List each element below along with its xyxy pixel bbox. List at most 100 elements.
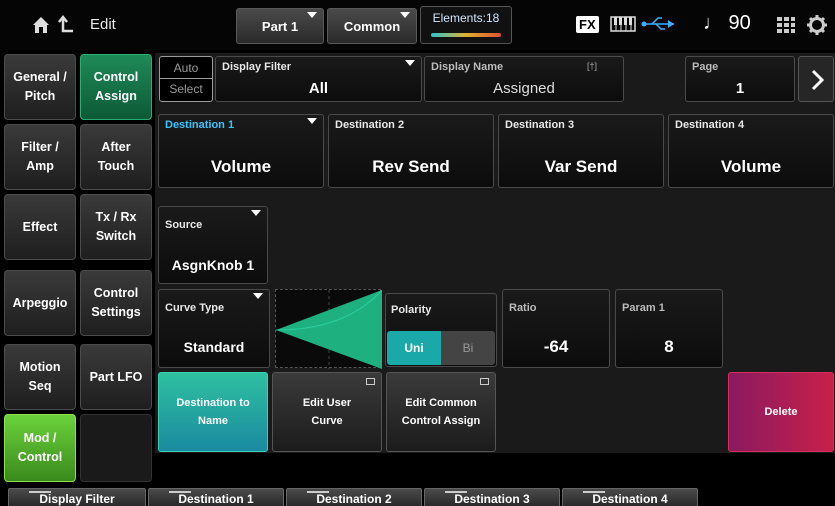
tab-label: General / Pitch (13, 70, 67, 103)
delete-button[interactable]: Delete (728, 372, 834, 452)
polarity-label: Polarity (391, 304, 432, 316)
common-label: Common (343, 18, 401, 34)
edit-user-curve-label: Edit User Curve (302, 397, 352, 427)
auto-select-top-label: Auto (173, 61, 199, 75)
destination-2-label: Destination 2 (335, 119, 405, 131)
destination-4-select[interactable]: Destination 4 Volume (668, 114, 834, 188)
curve-type-select[interactable]: Curve Type Standard (158, 289, 270, 368)
tab-control-settings[interactable]: Control Settings (80, 270, 152, 336)
param1-value: 8 (664, 337, 674, 356)
tab-label: Part LFO (89, 369, 143, 384)
popup-icon (366, 378, 375, 385)
edit-common-control-assign-button[interactable]: Edit Common Control Assign (386, 372, 496, 452)
edit-common-label: Edit Common Control Assign (401, 397, 481, 427)
source-select[interactable]: Source AsgnKnob 1 (158, 206, 268, 284)
polarity-uni-button[interactable]: Uni (387, 331, 441, 365)
polarity-bi-label: Bi (462, 341, 474, 355)
tab-label: Control Assign (93, 70, 139, 103)
destination-1-label: Destination 1 (165, 119, 235, 131)
tab-label: Effect (22, 219, 58, 234)
destination-4-value: Volume (720, 157, 782, 176)
auto-select-button[interactable]: Auto Select (159, 56, 213, 102)
tab-label: Control Settings (91, 286, 141, 319)
destination-4-label: Destination 4 (675, 119, 745, 131)
destination-2-select[interactable]: Destination 2 Rev Send (328, 114, 494, 188)
display-name-value: Assigned (493, 80, 555, 97)
ratio-field[interactable]: Ratio -64 (502, 289, 610, 368)
page-title: Edit (90, 16, 116, 33)
bottom-tab-label: Display Filter (39, 492, 115, 506)
tab-part-lfo[interactable]: Part LFO (80, 344, 152, 410)
common-button[interactable]: Common (327, 8, 417, 44)
delete-label: Delete (764, 406, 798, 418)
display-filter-value: All (308, 80, 329, 97)
ratio-value: -64 (543, 337, 569, 356)
dropdown-icon (253, 293, 263, 299)
display-filter-label: Display Filter (222, 61, 292, 73)
dropdown-icon (251, 210, 261, 216)
curve-preview (275, 289, 383, 369)
chevron-right-icon (811, 69, 825, 91)
home-icon[interactable] (30, 14, 52, 36)
page-field[interactable]: Page 1 (685, 56, 795, 102)
bottom-tab-label: Destination 1 (178, 492, 254, 506)
dropdown-icon (405, 60, 415, 66)
ratio-label: Ratio (509, 302, 537, 314)
bottom-tab-label: Destination 3 (454, 492, 530, 506)
up-arrow-icon[interactable] (55, 14, 77, 36)
destination-to-name-button[interactable]: Destination to Name (158, 372, 268, 452)
bottom-tab-label: Destination 2 (316, 492, 392, 506)
popup-icon (480, 378, 489, 385)
destination-3-value: Var Send (544, 157, 618, 176)
tab-empty (80, 414, 152, 482)
curve-type-label: Curve Type (165, 302, 225, 314)
grid-menu-icon[interactable] (776, 15, 796, 35)
part-select-button[interactable]: Part 1 (236, 8, 324, 44)
param1-field[interactable]: Param 1 8 (615, 289, 723, 368)
display-name-label: Display Name (431, 61, 504, 73)
tempo-display[interactable]: ♩ 90 (703, 12, 751, 35)
elements-indicator[interactable]: Elements:18 (420, 6, 512, 44)
keyboard-icon (610, 16, 636, 32)
tab-filter-amp[interactable]: Filter / Amp (4, 124, 76, 190)
display-name-tag: [†] (586, 61, 597, 71)
source-label: Source (165, 219, 203, 231)
usb-icon (641, 17, 674, 30)
tab-effect[interactable]: Effect (4, 194, 76, 260)
tab-motion-seq[interactable]: Motion Seq (4, 344, 76, 410)
fx-badge: FX (576, 16, 599, 33)
destination-3-select[interactable]: Destination 3 Var Send (498, 114, 664, 188)
auto-select-bottom-label: Select (160, 78, 212, 99)
curve-type-value: Standard (183, 339, 245, 355)
elements-label: Elements:18 (432, 11, 500, 25)
dropdown-icon (400, 12, 410, 18)
next-page-button[interactable] (798, 56, 834, 102)
destination-2-value: Rev Send (372, 157, 450, 176)
gear-icon[interactable] (806, 14, 828, 36)
tab-label: Tx / Rx Switch (95, 210, 137, 243)
tab-general-pitch[interactable]: General / Pitch (4, 54, 76, 120)
top-bar: Edit Part 1 Common Elements:18 FX ♩ 90 (0, 0, 835, 50)
tab-tx-rx-switch[interactable]: Tx / Rx Switch (80, 194, 152, 260)
tab-mod-control[interactable]: Mod / Control (4, 414, 76, 482)
bottom-tab-destination-2[interactable]: Destination 2 (286, 488, 422, 506)
tab-control-assign[interactable]: Control Assign (80, 54, 152, 120)
bottom-tab-destination-4[interactable]: Destination 4 (562, 488, 698, 506)
tab-label: Arpeggio (12, 295, 68, 310)
source-value: AsgnKnob 1 (171, 257, 255, 273)
tab-label: Filter / Amp (21, 140, 59, 173)
bottom-tab-display-filter[interactable]: Display Filter (8, 488, 146, 506)
tab-after-touch[interactable]: After Touch (80, 124, 152, 190)
tab-label: Mod / Control (17, 431, 63, 464)
display-filter-select[interactable]: Display Filter All (215, 56, 422, 102)
elements-level-bar (431, 33, 501, 37)
destination-1-select[interactable]: Destination 1 Volume (158, 114, 324, 188)
tab-arpeggio[interactable]: Arpeggio (4, 270, 76, 336)
polarity-bi-button[interactable]: Bi (441, 331, 495, 365)
bottom-tab-label: Destination 4 (592, 492, 668, 506)
dropdown-icon (307, 118, 317, 124)
bottom-tab-destination-3[interactable]: Destination 3 (424, 488, 560, 506)
edit-user-curve-button[interactable]: Edit User Curve (272, 372, 382, 452)
bottom-tab-destination-1[interactable]: Destination 1 (148, 488, 284, 506)
display-name-field[interactable]: Display Name [†] Assigned (424, 56, 624, 102)
